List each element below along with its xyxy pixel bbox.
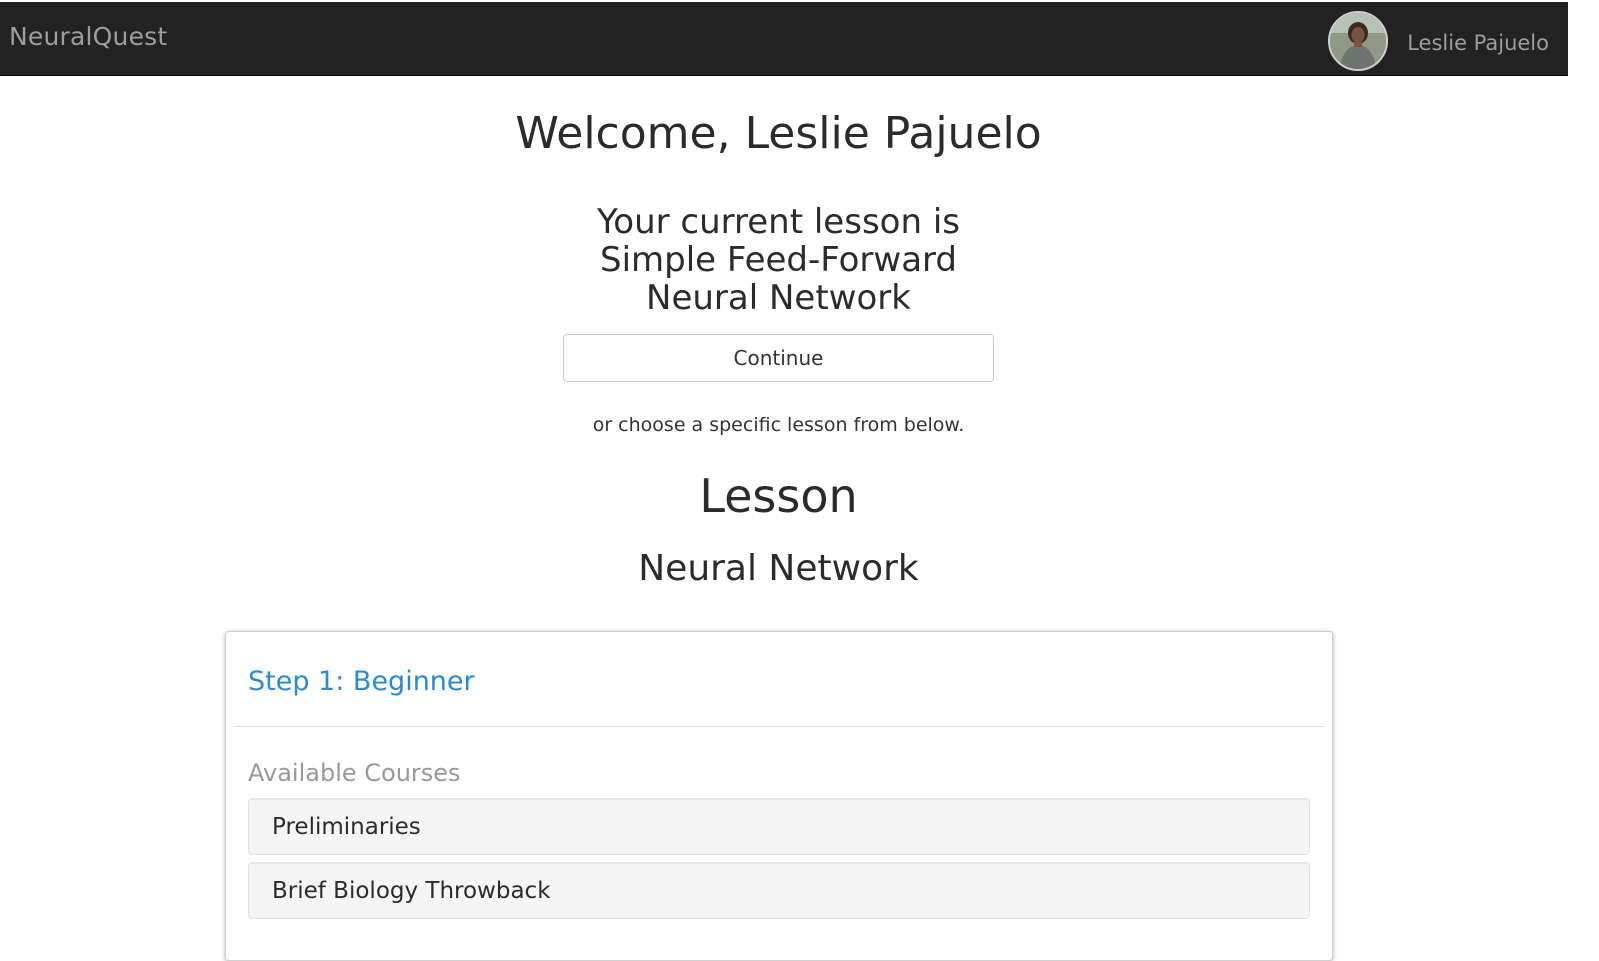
- course-item-brief-biology-throwback[interactable]: Brief Biology Throwback: [248, 862, 1310, 919]
- user-menu[interactable]: Leslie Pajuelo: [1328, 2, 1568, 76]
- divider: [234, 726, 1325, 727]
- step-panel: Step 1: Beginner Available Courses Preli…: [225, 631, 1333, 961]
- course-item-preliminaries[interactable]: Preliminaries: [248, 798, 1310, 855]
- lesson-heading: Lesson: [699, 469, 858, 523]
- welcome-heading: Welcome, Leslie Pajuelo: [515, 108, 1042, 159]
- top-navbar: NeuralQuest Leslie Pajuelo: [0, 2, 1568, 76]
- choose-lesson-text: or choose a specific lesson from below.: [592, 414, 965, 436]
- available-courses-label: Available Courses: [248, 759, 461, 787]
- step-title-link[interactable]: Step 1: Beginner: [248, 666, 475, 697]
- current-lesson-text: Your current lesson is Simple Feed-Forwa…: [597, 202, 960, 318]
- avatar[interactable]: [1328, 11, 1389, 71]
- brand-logo-link[interactable]: NeuralQuest: [9, 22, 167, 51]
- continue-button[interactable]: Continue: [563, 334, 994, 382]
- user-name-link[interactable]: Leslie Pajuelo: [1407, 31, 1549, 55]
- lesson-name: Neural Network: [638, 548, 919, 589]
- user-avatar-icon: [1330, 13, 1387, 69]
